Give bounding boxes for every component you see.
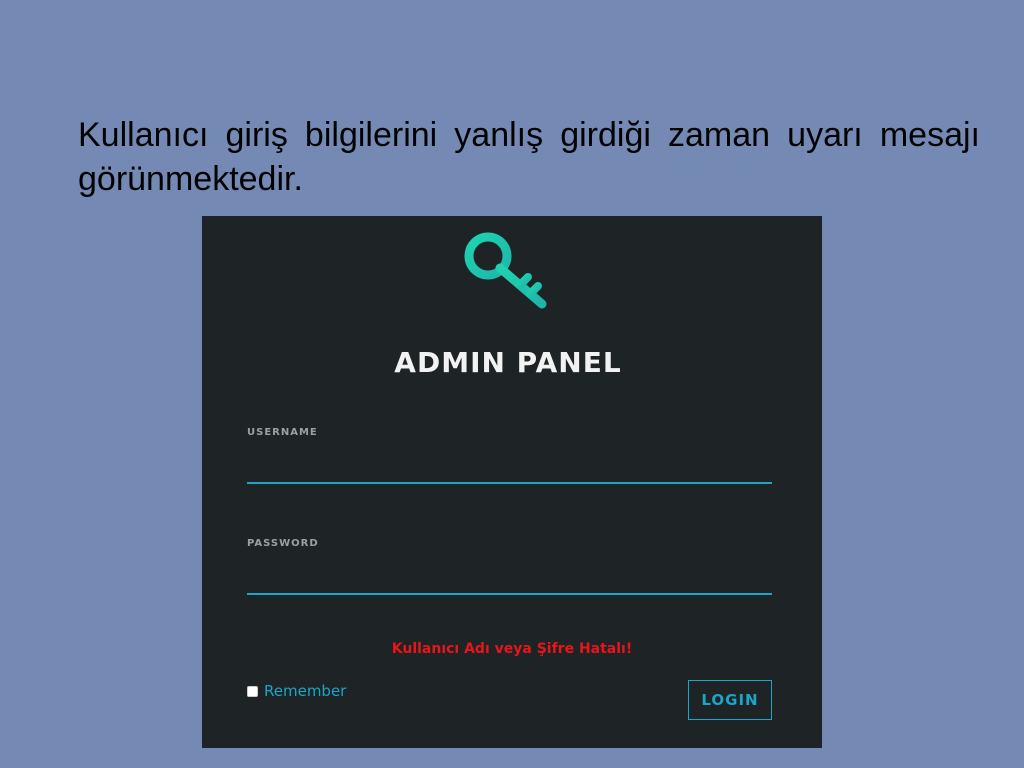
login-error-message: Kullanıcı Adı veya Şifre Hatalı! [391, 641, 633, 657]
key-icon [464, 232, 547, 309]
username-field[interactable] [247, 458, 772, 484]
password-field[interactable] [247, 569, 772, 595]
remember-option[interactable]: Remember [247, 682, 346, 700]
panel-title: ADMIN PANEL [394, 346, 622, 379]
remember-label[interactable]: Remember [264, 682, 346, 700]
slide-caption: Kullanıcı giriş bilgilerini yanlış girdi… [78, 116, 980, 198]
password-label: PASSWORD [247, 538, 319, 549]
username-label: USERNAME [247, 427, 318, 438]
remember-checkbox[interactable] [247, 685, 258, 697]
login-button[interactable]: LOGIN [688, 680, 772, 720]
